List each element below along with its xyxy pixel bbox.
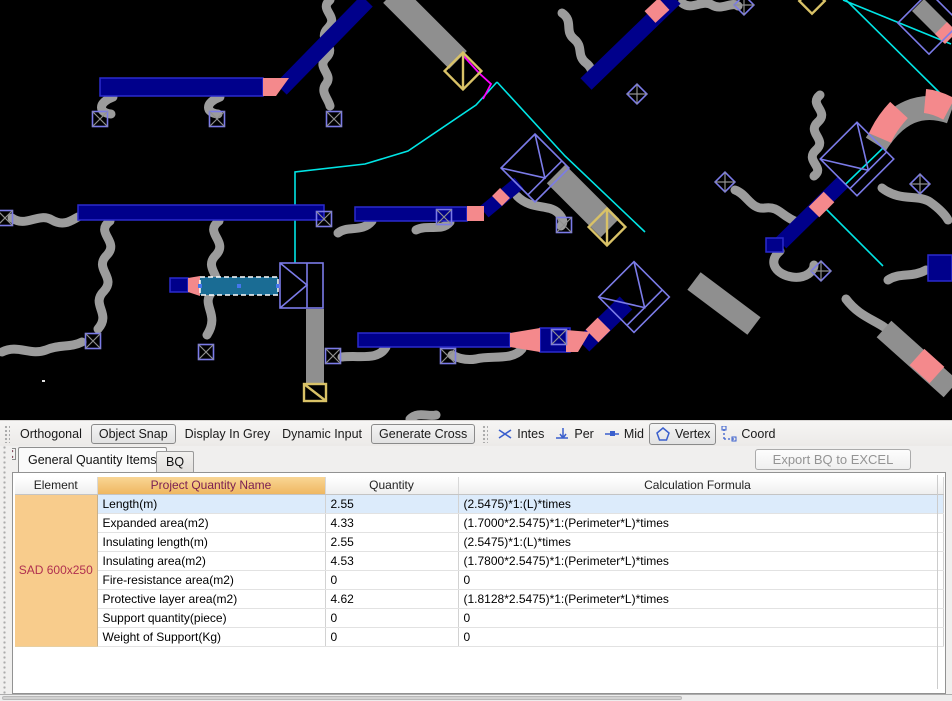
toggle-generate-cross[interactable]: Generate Cross <box>371 424 475 444</box>
horizontal-scrollbar[interactable] <box>0 694 952 701</box>
toggle-object-snap[interactable]: Object Snap <box>91 424 176 444</box>
panel-tab-bar: General Quantity Items BQ Export BQ to E… <box>0 446 952 472</box>
element-cell[interactable]: SAD 600x250 <box>15 494 97 646</box>
formula-cell[interactable]: 0 <box>458 608 937 627</box>
table-row[interactable]: Support quantity(piece) 0 0 <box>15 608 943 627</box>
selected-duct[interactable] <box>198 277 280 295</box>
quantity-value-cell[interactable]: 0 <box>325 608 458 627</box>
quantity-value-cell[interactable]: 0 <box>325 627 458 646</box>
table-row[interactable]: Insulating length(m) 2.55 (2.5475)*1:(L)… <box>15 532 943 551</box>
formula-cell[interactable]: (2.5475)*1:(L)*times <box>458 532 937 551</box>
snap-vertex-label: Vertex <box>675 427 710 441</box>
formula-cell[interactable]: (2.5475)*1:(L)*times <box>458 494 937 513</box>
quantity-name-cell[interactable]: Expanded area(m2) <box>97 513 325 532</box>
quantity-name-cell[interactable]: Insulating length(m) <box>97 532 325 551</box>
coordinate-icon <box>721 426 737 442</box>
quantity-value-cell[interactable]: 2.55 <box>325 494 458 513</box>
vertical-scrollbar[interactable] <box>937 475 938 689</box>
quantity-value-cell[interactable]: 2.55 <box>325 532 458 551</box>
snap-intersection[interactable]: Intes <box>492 424 549 444</box>
snap-intersection-label: Intes <box>517 427 544 441</box>
quantity-value-cell[interactable]: 4.53 <box>325 551 458 570</box>
formula-cell[interactable]: (1.7000*2.5475)*1:(Perimeter*L)*times <box>458 513 937 532</box>
table-header-row: Element Project Quantity Name Quantity C… <box>15 477 943 494</box>
export-bq-button[interactable]: Export BQ to EXCEL <box>755 449 911 470</box>
panel-left-grip[interactable] <box>0 446 12 694</box>
snap-coordinate-label: Coord <box>741 427 775 441</box>
snap-midpoint-label: Mid <box>624 427 644 441</box>
formula-cell[interactable]: 0 <box>458 570 937 589</box>
snap-perpendicular[interactable]: Per <box>549 424 598 444</box>
cad-canvas[interactable] <box>0 0 952 420</box>
snap-vertex[interactable]: Vertex <box>649 423 716 445</box>
quantity-panel: Element Project Quantity Name Quantity C… <box>12 472 946 694</box>
quantity-value-cell[interactable]: 0 <box>325 570 458 589</box>
formula-cell[interactable]: (1.8128*2.5475)*1:(Perimeter*L)*times <box>458 589 937 608</box>
quantity-value-cell[interactable]: 4.33 <box>325 513 458 532</box>
quantity-table: Element Project Quantity Name Quantity C… <box>15 477 944 647</box>
snap-toolbar: Orthogonal Object Snap Display In Grey D… <box>0 420 952 446</box>
table-row[interactable]: Insulating area(m2) 4.53 (1.7800*2.5475)… <box>15 551 943 570</box>
horizontal-scrollbar-thumb[interactable] <box>2 696 682 700</box>
snap-midpoint[interactable]: Mid <box>599 424 649 444</box>
tab-general-quantity-items[interactable]: General Quantity Items <box>18 447 167 472</box>
quantity-name-cell[interactable]: Protective layer area(m2) <box>97 589 325 608</box>
header-project-quantity-name[interactable]: Project Quantity Name <box>97 477 325 494</box>
quantity-name-cell[interactable]: Fire-resistance area(m2) <box>97 570 325 589</box>
header-element[interactable]: Element <box>15 477 97 494</box>
toolbar-drag-grip[interactable] <box>4 425 10 443</box>
cad-drawing-area[interactable] <box>0 0 952 420</box>
toggle-dynamic-input[interactable]: Dynamic Input <box>276 424 368 444</box>
header-quantity[interactable]: Quantity <box>325 477 458 494</box>
formula-cell[interactable]: (1.7800*2.5475)*1:(Perimeter*L)*times <box>458 551 937 570</box>
midpoint-icon <box>604 426 620 442</box>
toggle-display-in-grey[interactable]: Display In Grey <box>179 424 276 444</box>
perpendicular-icon <box>554 426 570 442</box>
intersection-icon <box>497 426 513 442</box>
vertex-icon <box>655 426 671 442</box>
grey-ducts <box>306 0 951 389</box>
quantity-name-cell[interactable]: Support quantity(piece) <box>97 608 325 627</box>
table-row[interactable]: Fire-resistance area(m2) 0 0 <box>15 570 943 589</box>
header-calculation-formula[interactable]: Calculation Formula <box>458 477 937 494</box>
toggle-orthogonal[interactable]: Orthogonal <box>14 424 88 444</box>
quantity-value-cell[interactable]: 4.62 <box>325 589 458 608</box>
table-row[interactable]: Protective layer area(m2) 4.62 (1.8128*2… <box>15 589 943 608</box>
quantity-name-cell[interactable]: Insulating area(m2) <box>97 551 325 570</box>
snap-coordinate[interactable]: Coord <box>716 424 780 444</box>
formula-cell[interactable]: 0 <box>458 627 937 646</box>
quantity-name-cell[interactable]: Weight of Support(Kg) <box>97 627 325 646</box>
table-row[interactable]: SAD 600x250 Length(m) 2.55 (2.5475)*1:(L… <box>15 494 943 513</box>
snap-perpendicular-label: Per <box>574 427 593 441</box>
stray-dot <box>42 380 45 382</box>
table-row[interactable]: Weight of Support(Kg) 0 0 <box>15 627 943 646</box>
quantity-name-cell[interactable]: Length(m) <box>97 494 325 513</box>
toolbar-group-grip[interactable] <box>482 425 488 443</box>
tab-bq[interactable]: BQ <box>156 451 194 472</box>
table-row[interactable]: Expanded area(m2) 4.33 (1.7000*2.5475)*1… <box>15 513 943 532</box>
